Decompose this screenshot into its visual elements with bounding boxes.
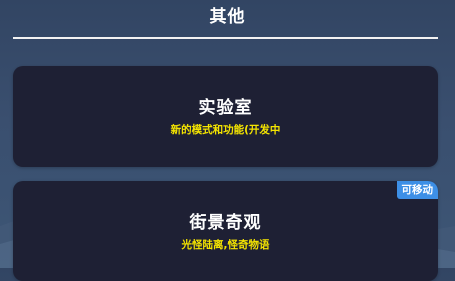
lab-card[interactable]: 实验室 新的模式和功能(开发中 <box>13 66 438 167</box>
street-view-card-title: 街景奇观 <box>189 213 262 233</box>
lab-card-title: 实验室 <box>198 98 253 118</box>
page-title: 其他 <box>209 7 246 27</box>
movable-badge: 可移动 <box>396 181 438 199</box>
lab-card-subtitle: 新的模式和功能(开发中 <box>170 124 281 136</box>
page-header: 其他 <box>0 0 455 40</box>
street-view-card[interactable]: 可移动 街景奇观 光怪陆离,怪奇物语 <box>13 181 438 281</box>
street-view-card-subtitle: 光怪陆离,怪奇物语 <box>181 239 270 251</box>
header-divider <box>13 37 438 39</box>
